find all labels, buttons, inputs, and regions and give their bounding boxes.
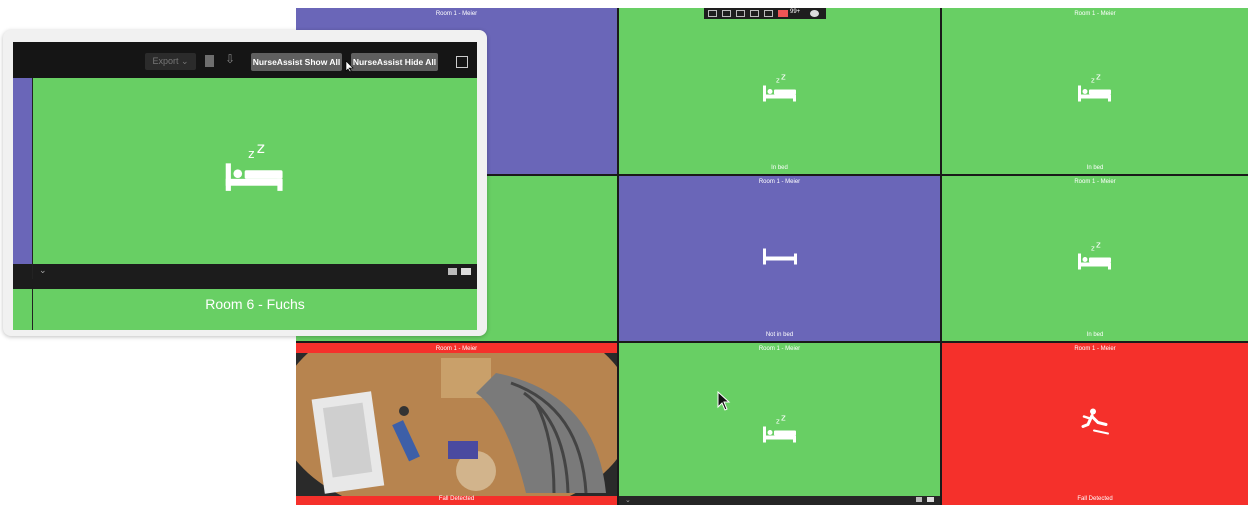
tile-title: Room 1 - Meier bbox=[1074, 11, 1116, 17]
download-icon[interactable]: ⇩ bbox=[225, 52, 235, 66]
export-icon[interactable] bbox=[708, 10, 717, 17]
tile-status: Fall Detected bbox=[1077, 496, 1113, 502]
export-label: Export bbox=[152, 56, 179, 66]
tile-room1-middle-right[interactable]: Room 1 - Meier zz In bed bbox=[942, 176, 1248, 341]
fall-person-icon bbox=[1080, 407, 1110, 442]
tile-title: Room 1 - Meier bbox=[435, 11, 478, 17]
tile-room1-top-right[interactable]: Room 1 - Meier zz In bed bbox=[942, 8, 1248, 174]
svg-text:z: z bbox=[1091, 77, 1095, 85]
export-dropdown[interactable]: Export ⌄ bbox=[145, 53, 196, 70]
top-floating-toolbar: 99+ bbox=[704, 8, 826, 19]
svg-text:z: z bbox=[781, 74, 786, 83]
tile-status: In bed bbox=[1086, 165, 1104, 171]
window-icon[interactable] bbox=[722, 10, 731, 17]
tile-title: Room 1 - Meier bbox=[758, 179, 801, 185]
tile-title: Room 1 - Meier bbox=[1074, 179, 1116, 185]
tile-fall-detected-right[interactable]: Room 1 - Meier Fall Detected bbox=[942, 343, 1248, 505]
tile-title: Room 1 - Meier bbox=[758, 346, 801, 352]
chevron-down-icon[interactable]: ⌄ bbox=[625, 496, 631, 504]
tile-title: Room 1 - Meier bbox=[1074, 346, 1116, 352]
camera-icon[interactable] bbox=[927, 497, 934, 502]
sleeping-bed-icon: zz bbox=[762, 414, 798, 450]
tile-title: Room 1 - Meier bbox=[435, 346, 478, 352]
expand-icon[interactable] bbox=[456, 56, 468, 68]
printer-icon[interactable] bbox=[448, 268, 457, 275]
sleeping-bed-icon: zz bbox=[1077, 240, 1113, 276]
svg-text:z: z bbox=[248, 147, 254, 161]
mouse-cursor-icon bbox=[345, 60, 354, 78]
left-strip bbox=[13, 264, 32, 279]
empty-bed-icon bbox=[762, 247, 797, 270]
tile-not-in-bed[interactable]: Room 1 - Meier Not in bed bbox=[619, 176, 940, 341]
zoom-toolbar: Export ⌄ ⇩ NurseAssist Show All NurseAss… bbox=[13, 42, 477, 78]
chevron-down-icon[interactable]: ⌄ bbox=[39, 265, 47, 276]
zoom-tile-bar: ⌄ bbox=[33, 264, 477, 279]
sleeping-bed-icon: zz bbox=[224, 139, 286, 200]
separator bbox=[13, 279, 477, 289]
tile-toolbar: ⌄ bbox=[619, 496, 940, 505]
layout-icon[interactable] bbox=[764, 10, 773, 17]
tile-status: Not in bed bbox=[765, 332, 794, 338]
nurseassist-show-all-button[interactable]: NurseAssist Show All bbox=[251, 53, 342, 71]
tile-room1-bottom-center[interactable]: Room 1 - Meier zz ⌄ bbox=[619, 343, 940, 505]
tile-status: In bed bbox=[1086, 332, 1104, 338]
zoom-callout: Export ⌄ ⇩ NurseAssist Show All NurseAss… bbox=[3, 30, 487, 336]
sleeping-bed-icon: zz bbox=[1077, 73, 1113, 109]
status-check-icon[interactable] bbox=[810, 10, 819, 17]
room-label: Room 6 - Fuchs bbox=[33, 289, 477, 330]
sleeping-bed-icon: zz bbox=[762, 73, 798, 109]
svg-text:z: z bbox=[1091, 244, 1095, 252]
svg-text:z: z bbox=[776, 418, 780, 426]
tile-status: Fall Detected bbox=[438, 496, 475, 502]
left-tile-edge bbox=[13, 78, 32, 292]
camera-icon[interactable] bbox=[461, 268, 471, 275]
document-icon[interactable] bbox=[205, 55, 214, 67]
zoomed-tile-in-bed[interactable]: zz bbox=[33, 78, 477, 264]
mouse-cursor-icon bbox=[717, 390, 731, 416]
alarm-icon[interactable] bbox=[778, 10, 788, 17]
svg-text:z: z bbox=[1096, 74, 1101, 83]
tile-in-bed-top-center[interactable]: zz In bed bbox=[619, 8, 940, 174]
svg-text:z: z bbox=[776, 77, 780, 85]
zoomed-view: Export ⌄ ⇩ NurseAssist Show All NurseAss… bbox=[13, 42, 477, 330]
svg-text:z: z bbox=[257, 143, 265, 158]
chat-icon[interactable] bbox=[736, 10, 745, 17]
svg-text:z: z bbox=[1096, 241, 1101, 250]
notification-count: 99+ bbox=[790, 9, 801, 15]
tile-camera-fall[interactable]: Room 1 - Meier Fall Detected bbox=[296, 343, 617, 505]
camera-image bbox=[296, 353, 617, 496]
nurseassist-hide-all-button[interactable]: NurseAssist Hide All bbox=[351, 53, 438, 71]
svg-text:z: z bbox=[781, 415, 786, 424]
grid-icon[interactable] bbox=[750, 10, 759, 17]
tile-status: In bed bbox=[771, 165, 788, 171]
left-strip bbox=[13, 289, 32, 330]
printer-icon[interactable] bbox=[916, 497, 922, 502]
